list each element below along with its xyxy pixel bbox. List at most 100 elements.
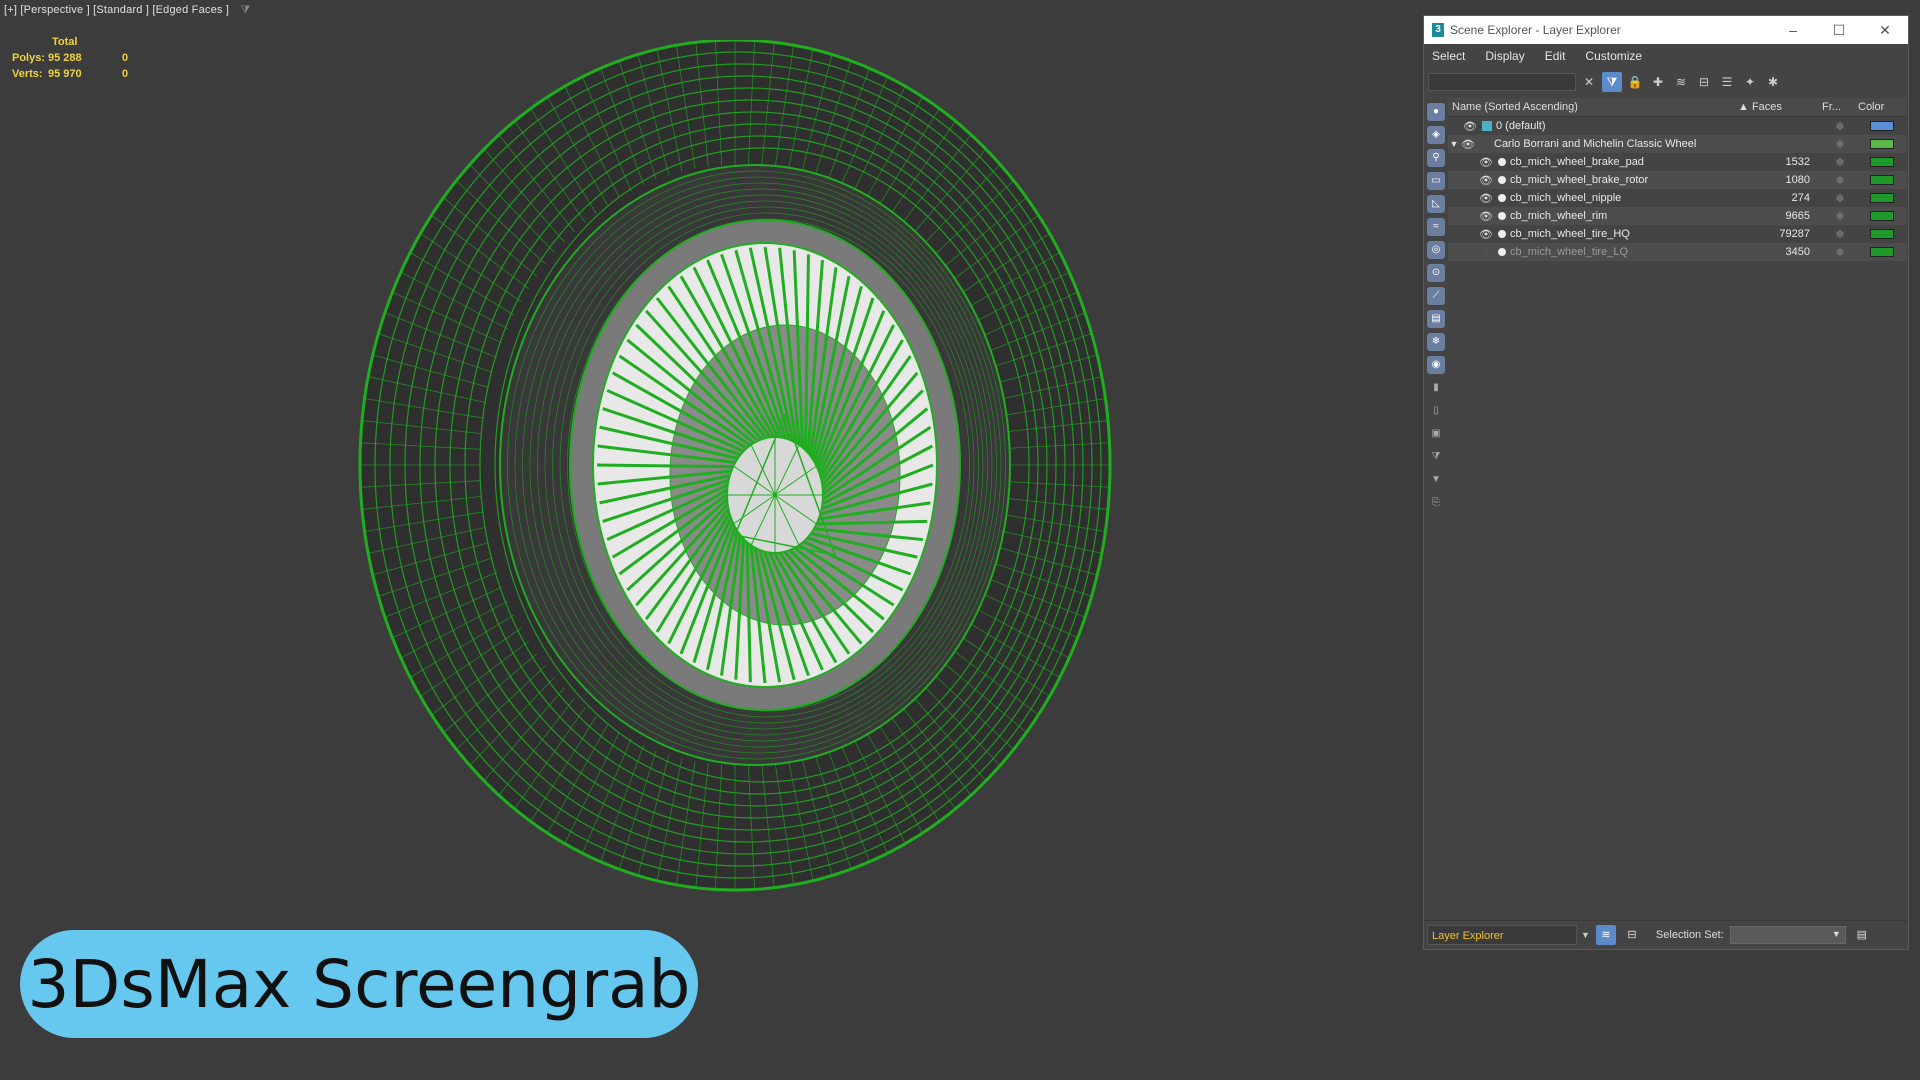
expand-chevron-icon[interactable]: ▼ <box>1448 139 1460 149</box>
screengrab-badge: 3DsMax Screengrab <box>20 930 698 1038</box>
row-name: cb_mich_wheel_tire_LQ <box>1510 246 1629 258</box>
hierarchy-mode-icon[interactable]: ⊟ <box>1622 925 1642 945</box>
layer-color-swatch[interactable] <box>1870 121 1894 131</box>
edit-selection-set-icon[interactable]: ▤ <box>1852 925 1872 945</box>
filter-icon[interactable]: ▼ <box>1427 471 1445 489</box>
minimize-button[interactable]: – <box>1770 22 1816 38</box>
visibility-eye-icon[interactable]: 👁 <box>1462 120 1478 133</box>
invert-selection-icon[interactable]: ▣ <box>1427 425 1445 443</box>
lock-icon[interactable]: 🔒 <box>1625 72 1645 92</box>
freeze-icon[interactable]: ❄ <box>1822 156 1858 169</box>
explorer-type-select[interactable]: Layer Explorer <box>1427 925 1577 945</box>
object-color-swatch[interactable] <box>1870 193 1894 203</box>
object-dot-icon <box>1498 194 1506 202</box>
menu-select[interactable]: Select <box>1432 49 1465 63</box>
row-faces: 9665 <box>1785 210 1810 222</box>
wheel-wireframe-model[interactable] <box>350 40 1130 900</box>
freeze-icon[interactable]: ❄ <box>1822 246 1858 259</box>
tree-row-default-layer[interactable]: 👁 0 (default) ❄ <box>1448 117 1906 135</box>
lights-icon[interactable]: ▭ <box>1427 172 1445 190</box>
dropdown-arrow-icon[interactable]: ▼ <box>1581 930 1590 940</box>
tree-row-wheel-layer[interactable]: ▼ 👁 Carlo Borrani and Michelin Classic W… <box>1448 135 1906 153</box>
object-color-swatch[interactable] <box>1870 211 1894 221</box>
object-color-swatch[interactable] <box>1870 157 1894 167</box>
tree-row-object[interactable]: 👁 cb_mich_wheel_tire_HQ 79287 ❄ <box>1448 225 1906 243</box>
visibility-eye-icon[interactable]: 👁 <box>1478 210 1494 223</box>
layer-stack-icon <box>1482 121 1492 131</box>
tree-row-object[interactable]: 👁 cb_mich_wheel_nipple 274 ❄ <box>1448 189 1906 207</box>
title-bar[interactable]: 3 Scene Explorer - Layer Explorer – ☐ ✕ <box>1424 16 1908 44</box>
frozen-icon[interactable]: ❄ <box>1427 333 1445 351</box>
search-input[interactable] <box>1428 73 1576 91</box>
object-color-swatch[interactable] <box>1870 247 1894 257</box>
settings-layer-icon[interactable]: ✱ <box>1763 72 1783 92</box>
close-button[interactable]: ✕ <box>1862 22 1908 39</box>
freeze-icon[interactable]: ❄ <box>1822 174 1858 187</box>
freeze-icon[interactable]: ❄ <box>1822 210 1858 223</box>
hierarchy-icon[interactable]: ⊟ <box>1694 72 1714 92</box>
scene-explorer-window[interactable]: 3 Scene Explorer - Layer Explorer – ☐ ✕ … <box>1423 15 1909 950</box>
freeze-icon[interactable]: ❄ <box>1822 192 1858 205</box>
create-layer-icon[interactable]: ✚ <box>1648 72 1668 92</box>
hidden-icon[interactable]: ◉ <box>1427 356 1445 374</box>
menu-customize[interactable]: Customize <box>1585 49 1642 63</box>
viewport-label[interactable]: [+] [Perspective ] [Standard ] [Edged Fa… <box>4 4 250 17</box>
column-name-header[interactable]: Name (Sorted Ascending) <box>1448 101 1738 113</box>
viewport-label-text[interactable]: [+] [Perspective ] [Standard ] [Edged Fa… <box>4 4 229 16</box>
maximize-button[interactable]: ☐ <box>1816 22 1862 39</box>
layers-icon[interactable]: ≋ <box>1671 72 1691 92</box>
freeze-icon[interactable]: ❄ <box>1822 228 1858 241</box>
selection-set-label: Selection Set: <box>1655 929 1724 941</box>
verts-label: Verts: <box>12 68 43 80</box>
geometry-icon[interactable]: ◈ <box>1427 126 1445 144</box>
column-color-header[interactable]: Color <box>1858 101 1906 113</box>
visibility-eye-icon[interactable]: 👁 <box>1478 192 1494 205</box>
layer-color-swatch[interactable] <box>1870 139 1894 149</box>
xrefs-icon[interactable]: ⟋ <box>1427 287 1445 305</box>
object-color-swatch[interactable] <box>1870 175 1894 185</box>
column-faces-header[interactable]: ▲ Faces <box>1738 101 1822 113</box>
select-all-icon[interactable]: ▮ <box>1427 379 1445 397</box>
highlight-layer-icon[interactable]: ✦ <box>1740 72 1760 92</box>
bones-icon[interactable]: ▤ <box>1427 310 1445 328</box>
helpers-icon[interactable]: ≈ <box>1427 218 1445 236</box>
select-none-icon[interactable]: ▯ <box>1427 402 1445 420</box>
tree-row-object-hidden[interactable]: ◌ cb_mich_wheel_tire_LQ 3450 ❄ <box>1448 243 1906 261</box>
object-color-swatch[interactable] <box>1870 229 1894 239</box>
object-dot-icon <box>1498 248 1506 256</box>
visibility-eye-icon[interactable]: 👁 <box>1478 174 1494 187</box>
shapes-icon[interactable]: ⚲ <box>1427 149 1445 167</box>
row-faces: 274 <box>1791 192 1810 204</box>
visibility-eye-closed-icon[interactable]: ◌ <box>1478 246 1494 258</box>
freeze-icon[interactable]: ❄ <box>1822 138 1858 151</box>
column-frozen-header[interactable]: Fr... <box>1822 101 1858 113</box>
menu-display[interactable]: Display <box>1485 49 1524 63</box>
cameras-icon[interactable]: ◺ <box>1427 195 1445 213</box>
spacewarps-icon[interactable]: ◎ <box>1427 241 1445 259</box>
groups-icon[interactable]: ⊙ <box>1427 264 1445 282</box>
layers-mode-icon[interactable]: ≋ <box>1595 925 1616 945</box>
display-all-icon[interactable]: ● <box>1427 103 1445 121</box>
tree-row-object[interactable]: 👁 cb_mich_wheel_brake_rotor 1080 ❄ <box>1448 171 1906 189</box>
window-title: Scene Explorer - Layer Explorer <box>1450 23 1621 37</box>
verts-selected: 0 <box>122 68 129 80</box>
tree-row-object[interactable]: 👁 cb_mich_wheel_rim 9665 ❄ <box>1448 207 1906 225</box>
visibility-eye-icon[interactable]: 👁 <box>1478 156 1494 169</box>
freeze-icon[interactable]: ❄ <box>1822 120 1858 133</box>
menu-edit[interactable]: Edit <box>1545 49 1566 63</box>
row-name: cb_mich_wheel_brake_pad <box>1510 156 1644 168</box>
stack-icon[interactable]: ☰ <box>1717 72 1737 92</box>
container-icon[interactable]: ⎘ <box>1427 494 1445 512</box>
tree-row-object[interactable]: 👁 cb_mich_wheel_brake_pad 1532 ❄ <box>1448 153 1906 171</box>
selection-set-dropdown[interactable]: ▼ <box>1729 926 1846 944</box>
visibility-eye-icon[interactable]: 👁 <box>1460 138 1476 151</box>
verts-value: 95 970 <box>48 68 82 80</box>
app-logo-icon: 3 <box>1432 23 1444 37</box>
row-faces: 79287 <box>1779 228 1810 240</box>
row-faces: 1532 <box>1785 156 1810 168</box>
visibility-eye-icon[interactable]: 👁 <box>1478 228 1494 241</box>
clear-search-icon[interactable]: ✕ <box>1579 72 1599 92</box>
filter-options-icon[interactable]: ⧩ <box>1427 448 1445 466</box>
filter-icon[interactable]: ⧩ <box>240 4 250 17</box>
filter-toggle-icon[interactable]: ⧩ <box>1602 72 1622 92</box>
